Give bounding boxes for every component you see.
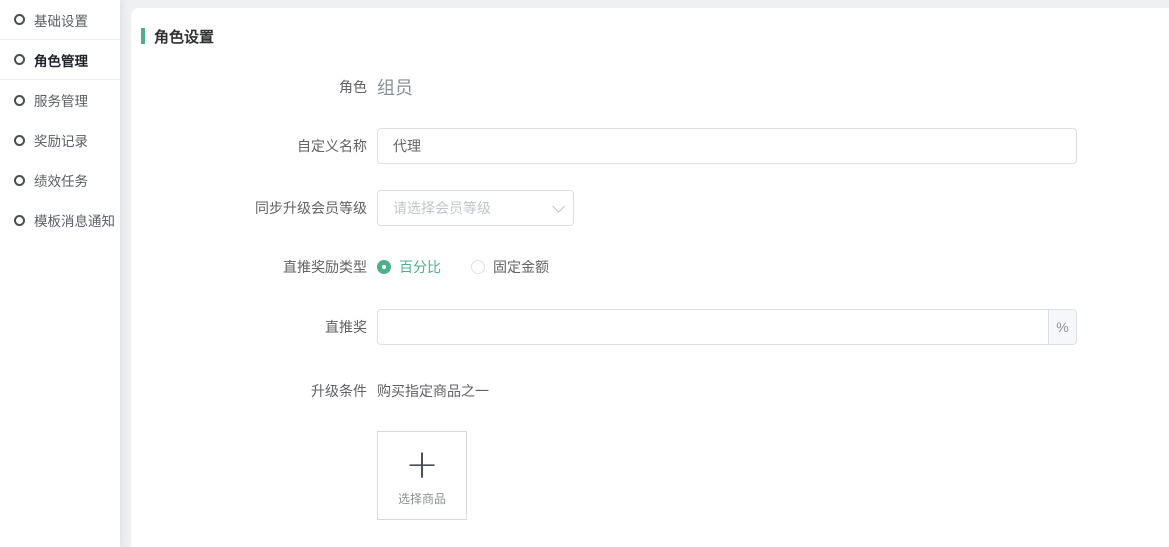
form-row-product-picker: + 选择商品 <box>141 431 1169 520</box>
role-form: 角色 组员 自定义名称 同步升级会员等级 请选择会员等级 直推奖励类型 百分比 <box>141 74 1169 520</box>
direct-reward-input[interactable] <box>378 310 1048 344</box>
direct-reward-label: 直推奖 <box>141 317 377 337</box>
plus-icon: + <box>405 446 439 484</box>
custom-name-label: 自定义名称 <box>141 136 377 156</box>
form-row-role: 角色 组员 <box>141 74 1169 100</box>
role-value: 组员 <box>377 74 413 100</box>
sidebar-item-basic-settings[interactable]: 基础设置 <box>0 0 120 40</box>
percent-suffix: % <box>1048 310 1076 344</box>
chevron-down-icon <box>552 200 565 213</box>
radio-label: 固定金额 <box>493 257 549 277</box>
direct-reward-input-group: % <box>377 309 1077 345</box>
circle-icon <box>14 135 25 146</box>
sidebar-item-template-message-notify[interactable]: 模板消息通知 <box>0 200 120 240</box>
radio-selected-icon <box>377 260 391 274</box>
circle-icon <box>14 14 25 25</box>
page-title: 角色设置 <box>154 26 214 47</box>
circle-icon <box>14 95 25 106</box>
custom-name-input[interactable] <box>377 128 1077 164</box>
reward-type-label: 直推奖励类型 <box>141 257 377 277</box>
panel-title: 角色设置 <box>141 28 1169 44</box>
sidebar-item-service-management[interactable]: 服务管理 <box>0 80 120 120</box>
select-placeholder: 请选择会员等级 <box>393 198 552 218</box>
sidebar-item-label: 服务管理 <box>34 90 88 110</box>
sidebar-item-label: 奖励记录 <box>34 130 88 150</box>
upgrade-condition-label: 升级条件 <box>141 381 377 401</box>
form-row-custom-name: 自定义名称 <box>141 128 1169 164</box>
select-product-button[interactable]: + 选择商品 <box>377 431 467 520</box>
form-row-direct-reward: 直推奖 % <box>141 309 1169 345</box>
sidebar-item-role-management[interactable]: 角色管理 <box>0 40 120 80</box>
radio-label: 百分比 <box>399 257 441 277</box>
sidebar-item-label: 角色管理 <box>34 50 88 70</box>
radio-percentage[interactable]: 百分比 <box>377 257 441 277</box>
circle-icon <box>14 215 25 226</box>
radio-fixed-amount[interactable]: 固定金额 <box>471 257 549 277</box>
sidebar-item-reward-records[interactable]: 奖励记录 <box>0 120 120 160</box>
member-level-select[interactable]: 请选择会员等级 <box>377 190 574 226</box>
main-area: 角色设置 角色 组员 自定义名称 同步升级会员等级 请选择会员等级 直推奖励类型 <box>120 0 1169 547</box>
role-settings-panel: 角色设置 角色 组员 自定义名称 同步升级会员等级 请选择会员等级 直推奖励类型 <box>131 8 1169 547</box>
select-product-label: 选择商品 <box>398 490 446 507</box>
sidebar: 基础设置 角色管理 服务管理 奖励记录 绩效任务 模板消息通知 <box>0 0 120 547</box>
form-row-member-level: 同步升级会员等级 请选择会员等级 <box>141 190 1169 226</box>
accent-bar <box>141 28 145 44</box>
upgrade-condition-value: 购买指定商品之一 <box>377 381 489 401</box>
sidebar-item-performance-tasks[interactable]: 绩效任务 <box>0 160 120 200</box>
role-label: 角色 <box>141 77 377 97</box>
circle-icon <box>14 54 25 65</box>
form-row-upgrade-condition: 升级条件 购买指定商品之一 <box>141 381 1169 401</box>
radio-unselected-icon <box>471 260 485 274</box>
sidebar-item-label: 基础设置 <box>34 10 88 30</box>
circle-icon <box>14 175 25 186</box>
sidebar-item-label: 绩效任务 <box>34 170 88 190</box>
form-row-reward-type: 直推奖励类型 百分比 固定金额 <box>141 258 1169 276</box>
member-level-label: 同步升级会员等级 <box>141 198 377 218</box>
sidebar-item-label: 模板消息通知 <box>34 210 115 230</box>
